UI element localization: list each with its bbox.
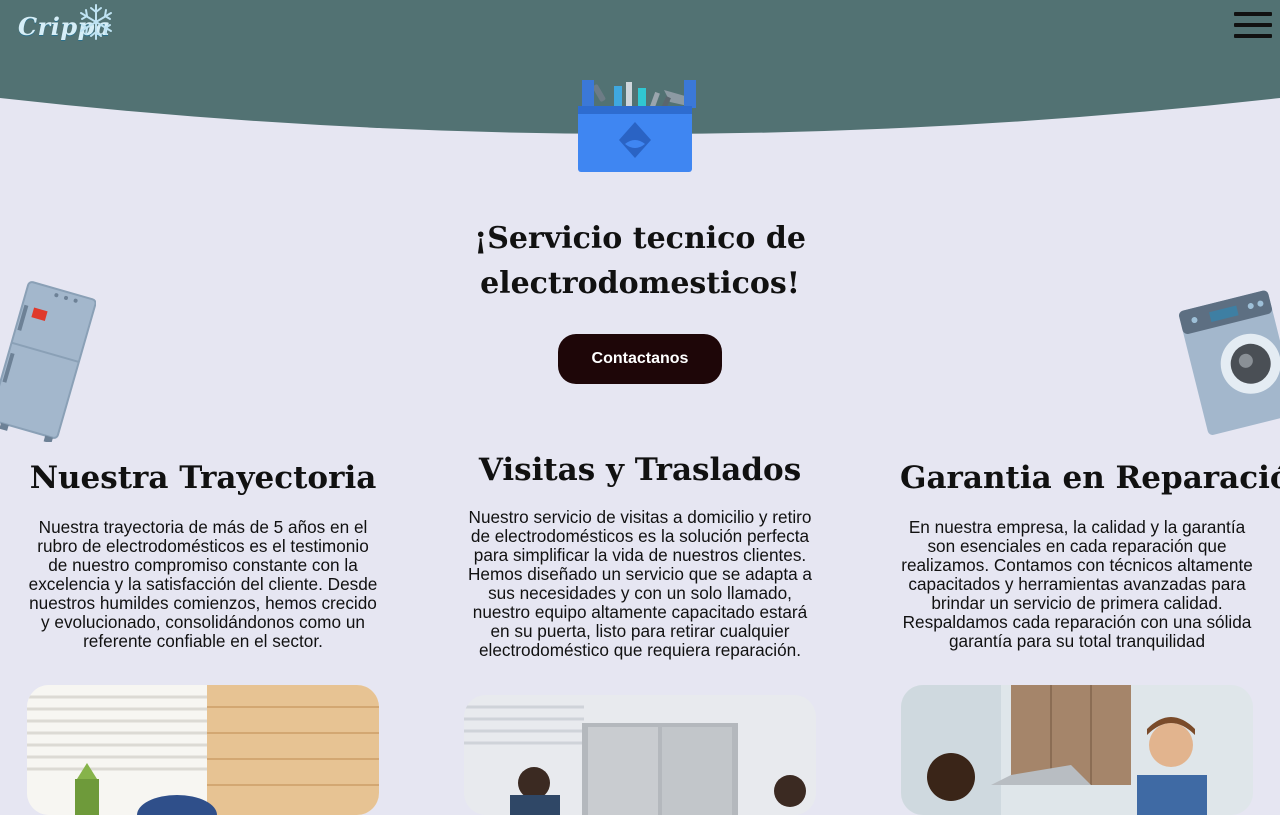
refrigerator-icon [0, 281, 96, 442]
feature-text: Nuestra trayectoria de más de 5 años en … [28, 517, 378, 651]
snowflake-icon [80, 4, 112, 40]
site-logo[interactable]: Crippa [14, 2, 112, 44]
feature-title: Nuestra Trayectoria [29, 460, 377, 496]
photo-repair-guarantee [901, 685, 1253, 815]
feature-text: En nuestra empresa, la calidad y la gara… [901, 517, 1253, 651]
feature-title: Garantia en Reparación [900, 460, 1280, 496]
feature-garantia: Garantia en Reparación En nuestra empres… [900, 458, 1280, 651]
feature-trayectoria: Nuestra Trayectoria Nuestra trayectoria … [26, 458, 380, 651]
toolbox-icon [578, 80, 696, 172]
hamburger-menu-icon[interactable] [1234, 12, 1272, 42]
hero-title: ¡Servicio tecnico de electrodomesticos! [474, 221, 806, 302]
feature-visitas: Visitas y Traslados Nuestro servicio de … [462, 450, 818, 660]
photo-technician-home [27, 685, 379, 815]
feature-text: Nuestro servicio de visitas a domicilio … [468, 507, 812, 660]
photo-fridge-transport [464, 695, 816, 815]
feature-title: Visitas y Traslados [478, 452, 802, 488]
washing-machine-icon [1179, 290, 1280, 435]
contact-button[interactable]: Contactanos [558, 334, 722, 384]
